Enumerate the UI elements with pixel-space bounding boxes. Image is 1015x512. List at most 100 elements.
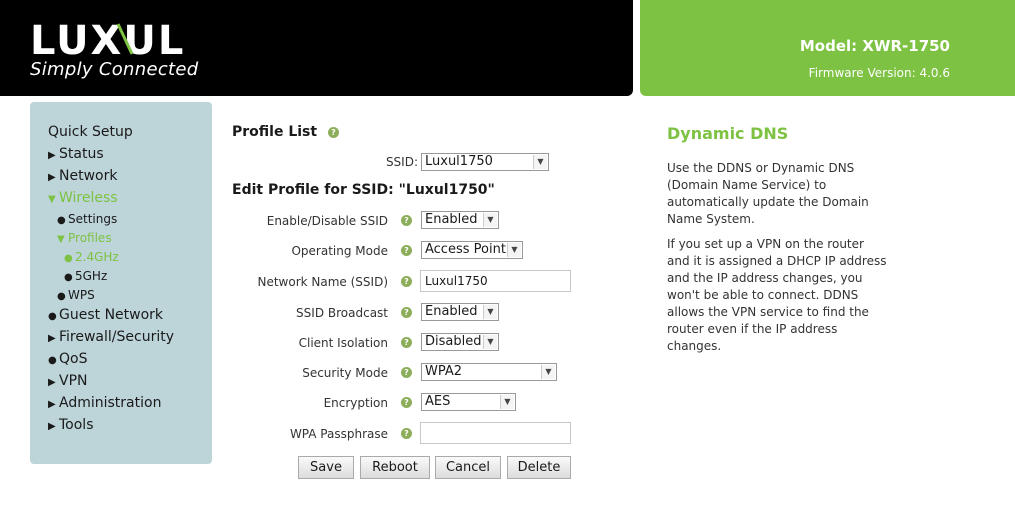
sidebar-item-wps[interactable]: ● WPS (57, 288, 95, 302)
tagline: Simply Connected (30, 59, 199, 80)
sidebar-item-label: QoS (59, 351, 88, 367)
sidebar-item-profiles[interactable]: ▼ Profiles (57, 231, 112, 245)
enable-ssid-select[interactable]: Enabled ▼ (421, 211, 499, 229)
select-value: Enabled (425, 304, 478, 319)
edit-profile-title: Edit Profile for SSID: "Luxul1750" (232, 182, 495, 198)
ssid-broadcast-label: SSID Broadcast (296, 306, 388, 320)
triangle-down-icon: ▼ (57, 234, 65, 245)
client-isolation-select[interactable]: Disabled ▼ (421, 333, 499, 351)
sidebar-item-wireless[interactable]: ▼ Wireless (48, 190, 118, 206)
help-icon[interactable]: ? (401, 307, 412, 318)
info-paragraph-1: Use the DDNS or Dynamic DNS (Domain Name… (667, 161, 869, 226)
sidebar-item-label: Profiles (68, 231, 112, 245)
operating-mode-select[interactable]: Access Point ▼ (421, 241, 523, 259)
select-value: WPA2 (425, 364, 463, 379)
chevron-down-icon: ▼ (483, 305, 497, 319)
network-name-input[interactable]: Luxul1750 (420, 270, 571, 292)
model-banner: Model: XWR-1750 Firmware Version: 4.0.6 (640, 0, 1015, 96)
help-icon[interactable]: ? (401, 397, 412, 408)
help-icon[interactable]: ? (401, 367, 412, 378)
help-icon[interactable]: ? (401, 337, 412, 348)
triangle-right-icon: ▶ (48, 377, 56, 388)
network-name-label: Network Name (SSID) (257, 275, 388, 289)
sidebar-item-label: Status (59, 146, 104, 162)
model-label: Model: XWR-1750 (799, 37, 950, 55)
header-banner: LUXUL Simply Connected (0, 0, 633, 96)
chevron-down-icon: ▼ (541, 365, 555, 379)
sidebar-item-status[interactable]: ▶ Status (48, 146, 104, 162)
sidebar-item-label: Firewall/Security (59, 329, 175, 345)
wpa-passphrase-input[interactable] (420, 422, 571, 444)
sidebar-item-label: Network (59, 168, 118, 184)
sidebar-item-label: Wireless (59, 190, 118, 206)
client-isolation-label: Client Isolation (298, 336, 388, 350)
triangle-right-icon: ▶ (48, 333, 56, 344)
bullet-icon: ● (64, 253, 73, 264)
bullet-icon: ● (48, 311, 57, 322)
triangle-down-icon: ▼ (48, 194, 56, 205)
triangle-right-icon: ▶ (48, 172, 56, 183)
operating-mode-label: Operating Mode (291, 244, 388, 258)
info-title: Dynamic DNS (667, 124, 789, 143)
sidebar-item-vpn[interactable]: ▶ VPN (48, 373, 88, 389)
help-icon[interactable]: ? (401, 245, 412, 256)
sidebar-item-settings[interactable]: ● Settings (57, 212, 117, 226)
sidebar-item-label: Tools (59, 417, 94, 433)
bullet-icon: ● (64, 272, 73, 283)
help-icon[interactable]: ? (401, 276, 412, 287)
triangle-right-icon: ▶ (48, 399, 56, 410)
sidebar-item-2-4ghz[interactable]: ● 2.4GHz (64, 250, 119, 264)
encryption-select[interactable]: AES ▼ (421, 393, 516, 411)
chevron-down-icon: ▼ (483, 335, 497, 349)
sidebar-item-label: Guest Network (59, 307, 164, 323)
help-icon[interactable]: ? (401, 428, 412, 439)
cancel-button[interactable]: Cancel (435, 456, 501, 479)
select-value: Disabled (425, 334, 482, 349)
sidebar-item-qos[interactable]: ● QoS (48, 351, 87, 367)
triangle-right-icon: ▶ (48, 421, 56, 432)
sidebar-item-firewall[interactable]: ▶ Firewall/Security (48, 329, 174, 345)
chevron-down-icon: ▼ (483, 213, 497, 227)
sidebar-item-administration[interactable]: ▶ Administration (48, 395, 161, 411)
wpa-passphrase-label: WPA Passphrase (289, 427, 388, 441)
sidebar-item-label: 2.4GHz (75, 250, 119, 264)
sidebar-item-label: Settings (68, 212, 118, 226)
save-button[interactable]: Save (298, 456, 354, 479)
sidebar-item-network[interactable]: ▶ Network (48, 168, 117, 184)
security-mode-select[interactable]: WPA2 ▼ (421, 363, 557, 381)
ssid-select-value: Luxul1750 (425, 154, 493, 169)
sidebar-item-tools[interactable]: ▶ Tools (48, 417, 94, 433)
sidebar-item-quick-setup[interactable]: Quick Setup (48, 124, 133, 140)
select-value: Access Point (425, 242, 506, 257)
reboot-button[interactable]: Reboot (360, 456, 430, 479)
help-icon[interactable]: ? (328, 127, 339, 138)
help-icon[interactable]: ? (401, 215, 412, 226)
bullet-icon: ● (48, 355, 57, 366)
ssid-select[interactable]: Luxul1750 ▼ (421, 153, 549, 171)
select-value: AES (425, 394, 451, 409)
ssid-label: SSID: (385, 155, 418, 169)
sidebar-item-label: WPS (68, 288, 95, 302)
svg-text:LUXUL: LUXUL (30, 20, 185, 60)
triangle-right-icon: ▶ (48, 150, 56, 161)
chevron-down-icon: ▼ (507, 243, 521, 257)
bullet-icon: ● (57, 291, 66, 302)
info-paragraph-2: If you set up a VPN on the router and it… (667, 237, 887, 353)
sidebar-item-label: VPN (59, 373, 88, 389)
sidebar-nav: Quick Setup ▶ Status ▶ Network ▼ Wireless ●… (30, 102, 212, 464)
bullet-icon: ● (57, 215, 66, 226)
encryption-label: Encryption (323, 396, 388, 410)
enable-ssid-label: Enable/Disable SSID (266, 214, 388, 228)
select-value: Enabled (425, 212, 478, 227)
sidebar-item-5ghz[interactable]: ● 5GHz (64, 269, 107, 283)
sidebar-item-label: Administration (59, 395, 162, 411)
profile-list-title: Profile List (232, 124, 318, 140)
chevron-down-icon: ▼ (533, 155, 547, 169)
sidebar-item-guest-network[interactable]: ● Guest Network (48, 307, 163, 323)
luxul-logo: LUXUL (30, 20, 185, 60)
ssid-broadcast-select[interactable]: Enabled ▼ (421, 303, 499, 321)
chevron-down-icon: ▼ (500, 395, 514, 409)
sidebar-item-label: Quick Setup (48, 124, 133, 140)
delete-button[interactable]: Delete (507, 456, 571, 479)
sidebar-item-label: 5GHz (75, 269, 108, 283)
